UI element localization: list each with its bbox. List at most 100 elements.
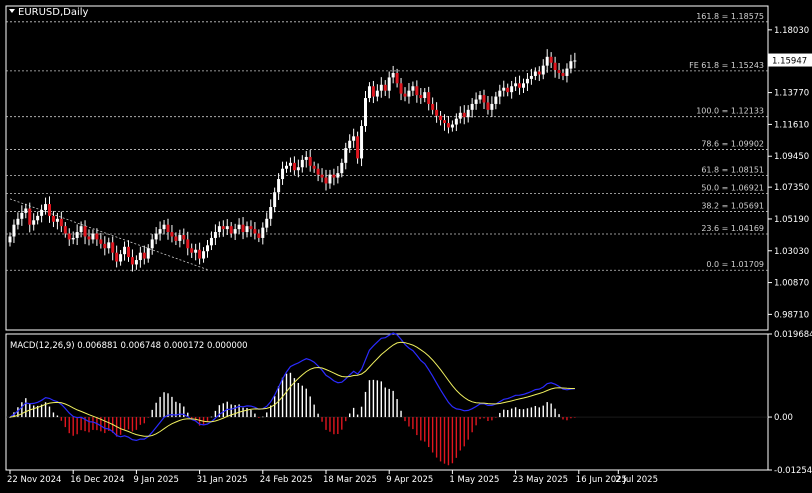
candle-body <box>75 232 79 238</box>
candle-body <box>541 65 545 75</box>
macd-label: MACD(12,26,9) 0.006881 0.006748 0.000172… <box>10 341 248 351</box>
candle-body <box>391 73 395 78</box>
candle-body <box>502 87 506 91</box>
candle-body <box>20 212 24 219</box>
candle-body <box>178 235 182 241</box>
fib-level-label: 23.6 = 1.04169 <box>701 224 764 233</box>
candle-body <box>36 215 40 221</box>
macd-tick-label: 0.00 <box>774 413 793 423</box>
candle-body <box>494 96 498 104</box>
fib-level-label: 161.8 = 1.18575 <box>696 12 764 21</box>
candle-body <box>482 95 486 103</box>
candle-body <box>119 254 123 262</box>
candle-body <box>103 243 107 249</box>
candle-body <box>360 126 364 159</box>
price-tick-label: 1.03030 <box>774 247 809 257</box>
candle-body <box>285 165 288 169</box>
candle-body <box>450 124 454 128</box>
candle-body <box>510 86 514 93</box>
candle-body <box>320 174 324 178</box>
candle-body <box>269 207 273 219</box>
candle-body <box>95 233 99 240</box>
candle-body <box>553 62 557 71</box>
candle-body <box>206 245 209 252</box>
macd-tick-label: -0.012547 <box>774 466 812 476</box>
candle-body <box>490 103 494 110</box>
candle-body <box>387 77 391 91</box>
candle-body <box>371 86 375 97</box>
candle-body <box>399 83 403 94</box>
fib-level-label: 61.8 = 1.08151 <box>701 165 764 174</box>
candle-body <box>24 208 28 213</box>
chart-window: EURUSD,Daily 161.8 = 1.18575 FE 61.8 = 1.1… <box>0 0 812 489</box>
candle-body <box>16 218 20 225</box>
candle-body <box>134 260 138 265</box>
candle-body <box>308 156 312 166</box>
time-tick-label: 18 Mar 2025 <box>323 475 377 485</box>
candle-body <box>364 98 367 127</box>
candle-body <box>115 252 119 262</box>
candle-body <box>328 174 332 184</box>
candle-body <box>446 123 450 128</box>
candle-body <box>332 174 336 178</box>
candle-body <box>403 93 407 97</box>
macd-panel <box>5 333 769 471</box>
candle-body <box>237 224 241 230</box>
candle-body <box>312 165 316 169</box>
candle-body <box>419 95 423 99</box>
candle-body <box>241 224 245 233</box>
candle-body <box>514 83 518 87</box>
candle-body <box>99 239 103 244</box>
candle-body <box>44 204 48 210</box>
candle-body <box>462 112 466 118</box>
candle-body <box>529 75 533 79</box>
price-tick-label: 1.05190 <box>774 215 809 225</box>
candle-body <box>87 236 91 240</box>
candle-body <box>202 251 206 259</box>
candle-body <box>569 61 573 69</box>
candle-body <box>8 236 12 243</box>
fib-level-label: 38.2 = 1.05691 <box>701 202 764 211</box>
candle-body <box>91 233 95 240</box>
candle-body <box>245 226 249 233</box>
price-chart-svg: EURUSD,Daily 161.8 = 1.18575 FE 61.8 = 1.1… <box>5 5 812 485</box>
candle-body <box>296 167 300 171</box>
candle-body <box>63 226 67 234</box>
candle-body <box>423 92 427 99</box>
candle-body <box>557 70 561 74</box>
candle-body <box>59 218 63 227</box>
fib-level-label: 100.0 = 1.12133 <box>696 107 764 116</box>
candle-body <box>111 242 115 253</box>
candle-body <box>107 242 111 249</box>
candle-body <box>411 86 415 91</box>
candle-body <box>142 252 146 259</box>
candle-body <box>261 227 265 238</box>
candle-body <box>435 109 439 116</box>
candle-body <box>253 229 257 234</box>
time-tick-label: 2 Jul 2025 <box>615 475 658 485</box>
candle-body <box>288 162 292 166</box>
fib-level-label: 78.6 = 1.09902 <box>701 140 764 149</box>
time-tick-label: 1 May 2025 <box>449 475 499 485</box>
candle-body <box>229 226 233 234</box>
candle-body <box>257 233 261 238</box>
fib-level-label: FE 61.8 = 1.15243 <box>689 61 764 70</box>
candle-body <box>28 208 32 225</box>
price-tick-label: 1.09450 <box>774 152 809 162</box>
fib-level-label: 50.0 = 1.06921 <box>701 183 764 192</box>
candle-body <box>174 236 178 241</box>
candle-body <box>55 218 59 222</box>
candle-body <box>439 115 443 121</box>
time-tick-label: 9 Jan 2025 <box>133 475 179 485</box>
candle-body <box>443 120 446 124</box>
candle-body <box>379 84 383 91</box>
candle-body <box>367 86 371 99</box>
candle-body <box>130 257 134 265</box>
time-tick-label: 23 May 2025 <box>513 475 568 485</box>
macd-tick-label: 0.019684 <box>774 330 812 340</box>
candle-body <box>32 220 36 225</box>
candle-body <box>138 252 142 261</box>
price-panel <box>5 5 769 331</box>
candle-body <box>304 156 308 160</box>
current-price-label: 1.15947 <box>772 57 807 67</box>
